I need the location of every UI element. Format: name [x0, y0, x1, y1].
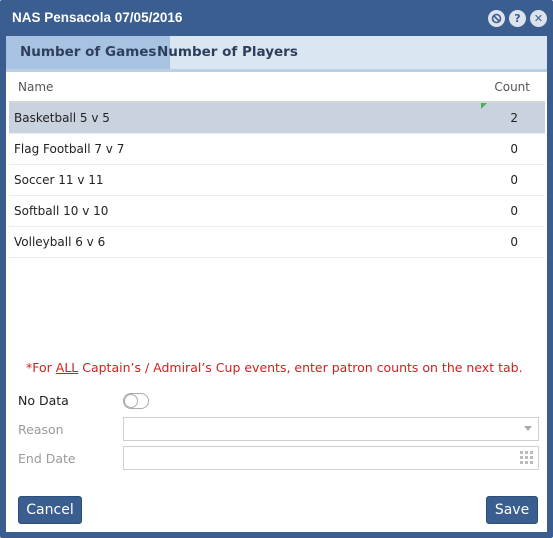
row-name: Softball 10 v 10	[14, 204, 109, 218]
edited-cell-marker	[481, 103, 487, 109]
column-header-name[interactable]: Name	[18, 80, 53, 94]
table-row[interactable]: Soccer 11 v 11 0	[9, 165, 545, 196]
reason-label: Reason	[18, 422, 64, 437]
title-icons: ? ✕	[488, 10, 547, 27]
block-icon[interactable]	[488, 10, 505, 27]
end-date-label: End Date	[18, 451, 76, 466]
save-button[interactable]: Save	[486, 496, 538, 524]
tab-bar: Number of Games Number of Players	[6, 36, 547, 72]
dialog-titlebar: NAS Pensacola 07/05/2016 ? ✕	[2, 2, 551, 36]
table-row[interactable]: Flag Football 7 v 7 0	[9, 134, 545, 165]
table-row[interactable]: Volleyball 6 v 6 0	[9, 227, 545, 258]
no-data-label: No Data	[18, 393, 69, 408]
toggle-knob	[124, 394, 138, 408]
notice-emphasis: ALL	[55, 360, 79, 375]
calendar-icon[interactable]	[520, 451, 534, 464]
grid-header: Name Count	[9, 72, 545, 103]
dialog-body: Number of Games Number of Players Name C…	[6, 36, 547, 532]
tab-number-of-players[interactable]: Number of Players	[143, 36, 312, 69]
row-name: Basketball 5 v 5	[14, 111, 110, 125]
row-count[interactable]: 0	[510, 173, 518, 187]
reason-select[interactable]	[123, 417, 539, 441]
table-row[interactable]: Softball 10 v 10 0	[9, 196, 545, 227]
row-name: Flag Football 7 v 7	[14, 142, 125, 156]
row-count[interactable]: 0	[510, 235, 518, 249]
row-count[interactable]: 2	[510, 111, 518, 125]
row-count[interactable]: 0	[510, 204, 518, 218]
row-count[interactable]: 0	[510, 142, 518, 156]
help-icon[interactable]: ?	[509, 10, 526, 27]
notice-suffix: Captain’s / Admiral’s Cup events, enter …	[78, 360, 523, 375]
dialog: NAS Pensacola 07/05/2016 ? ✕ Number of G…	[0, 0, 553, 538]
notice-prefix: *For	[26, 360, 56, 375]
games-grid: Name Count Basketball 5 v 5 2 Flag Footb…	[9, 72, 545, 258]
chevron-down-icon	[524, 426, 532, 431]
dialog-title: NAS Pensacola 07/05/2016	[12, 10, 183, 25]
no-data-toggle[interactable]	[123, 393, 149, 409]
patron-count-notice: *For ALL Captain’s / Admiral’s Cup event…	[26, 360, 523, 375]
close-icon[interactable]: ✕	[530, 10, 547, 27]
row-name: Soccer 11 v 11	[14, 173, 104, 187]
row-name: Volleyball 6 v 6	[14, 235, 106, 249]
table-row[interactable]: Basketball 5 v 5 2	[9, 103, 545, 134]
end-date-field[interactable]	[123, 446, 539, 470]
cancel-button[interactable]: Cancel	[18, 496, 82, 524]
column-header-count[interactable]: Count	[494, 80, 530, 94]
